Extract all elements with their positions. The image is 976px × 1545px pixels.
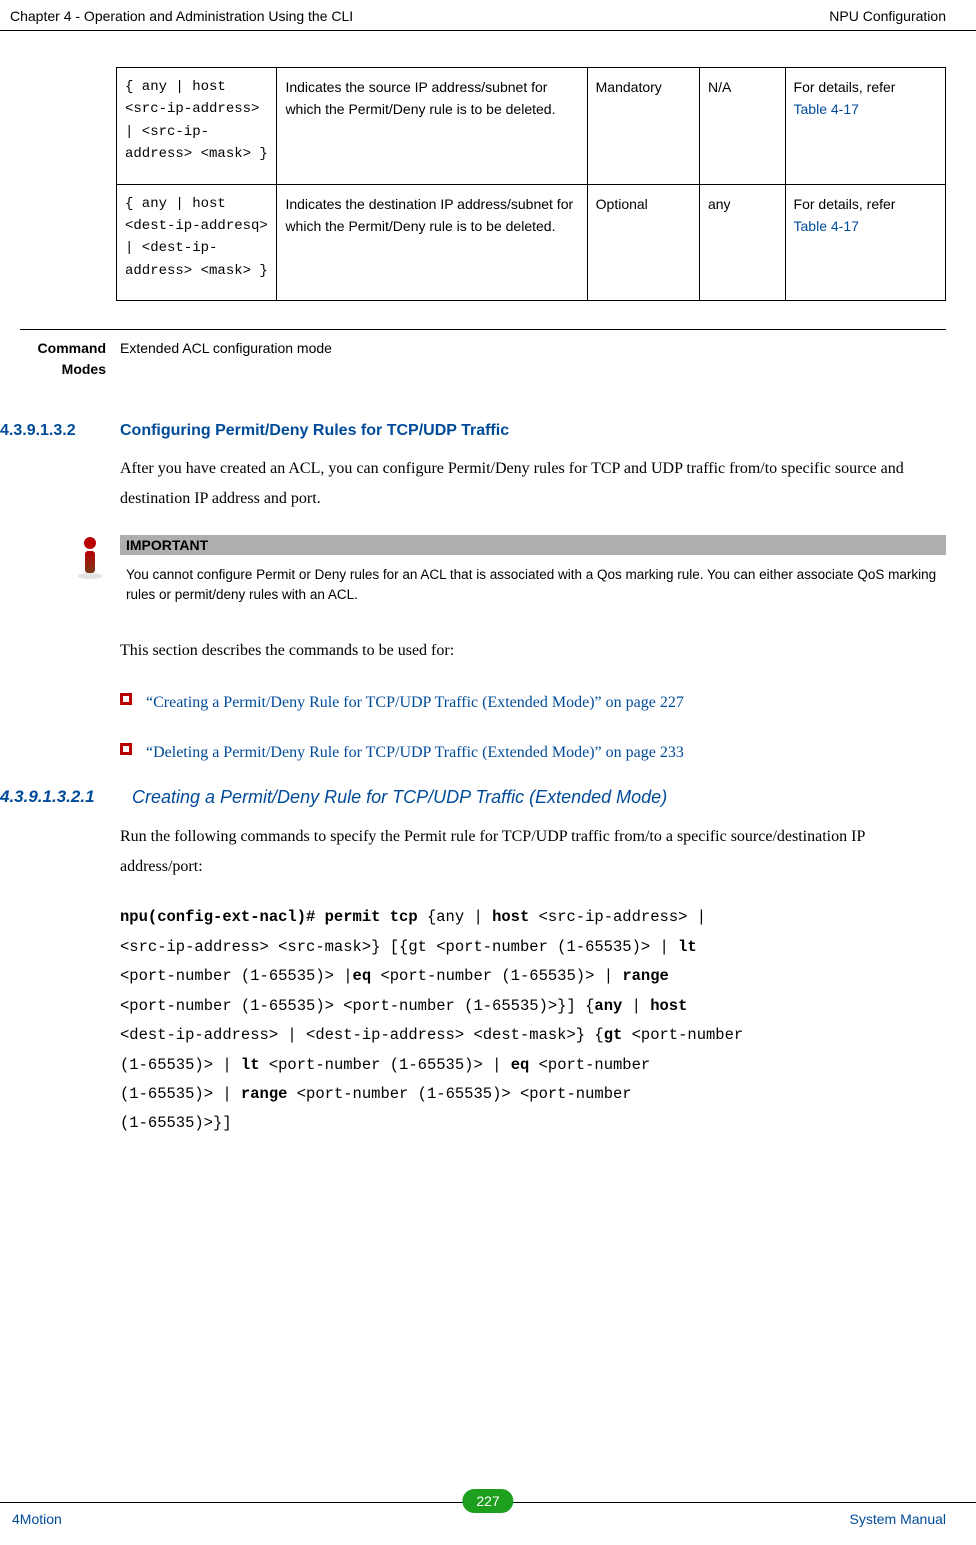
list-item: “Creating a Permit/Deny Rule for TCP/UDP…: [120, 688, 920, 718]
param-cell: { any | host <src-ip-address> | <src-ip-…: [117, 68, 277, 185]
cmd-text: lt: [241, 1056, 260, 1074]
bullet-icon: [120, 693, 132, 705]
presence-cell: Mandatory: [587, 68, 699, 185]
page-number-badge: 227: [462, 1489, 513, 1513]
table-link[interactable]: Table 4-17: [794, 218, 859, 234]
command-modes-value: Extended ACL configuration mode: [120, 338, 332, 356]
table-link[interactable]: Table 4-17: [794, 101, 859, 117]
body-paragraph: This section describes the commands to b…: [120, 636, 920, 666]
subsection-heading: 4.3.9.1.3.2.1 Creating a Permit/Deny Rul…: [0, 787, 946, 808]
cmd-text: <dest-ip-address> | <dest-ip-address> <d…: [120, 1026, 604, 1044]
default-cell: N/A: [699, 68, 785, 185]
subsection-number: 4.3.9.1.3.2.1: [0, 787, 132, 808]
cmd-text: host: [650, 997, 687, 1015]
body-paragraph: Run the following commands to specify th…: [120, 822, 920, 881]
info-icon: [83, 537, 97, 573]
page-header: Chapter 4 - Operation and Administration…: [0, 0, 976, 31]
details-cell: For details, refer Table 4-17: [785, 184, 945, 301]
desc-cell: Indicates the source IP address/subnet f…: [277, 68, 587, 185]
command-block: npu(config-ext-nacl)# permit tcp {any | …: [120, 903, 930, 1139]
cmd-text: eq: [511, 1056, 530, 1074]
subsection-title: Creating a Permit/Deny Rule for TCP/UDP …: [132, 787, 667, 808]
cmd-text: (1-65535)> |: [120, 1056, 241, 1074]
page-footer: 4Motion 227 System Manual: [0, 1502, 976, 1527]
cmd-text: <port-number (1-65535)> |: [371, 967, 622, 985]
cmd-text: range: [622, 967, 669, 985]
footer-left: 4Motion: [12, 1511, 62, 1527]
cmd-text: <port-number (1-65535)> <port-number: [287, 1085, 631, 1103]
bullet-list: “Creating a Permit/Deny Rule for TCP/UDP…: [120, 688, 920, 767]
table-row: { any | host <src-ip-address> | <src-ip-…: [117, 68, 946, 185]
param-cell: { any | host <dest-ip-addresq> | <dest-i…: [117, 184, 277, 301]
cmd-text: eq: [353, 967, 372, 985]
parameter-table: { any | host <src-ip-address> | <src-ip-…: [116, 67, 946, 301]
cmd-text: (1-65535)>}]: [120, 1114, 232, 1132]
page-content: { any | host <src-ip-address> | <src-ip-…: [0, 67, 976, 1139]
default-cell: any: [699, 184, 785, 301]
presence-cell: Optional: [587, 184, 699, 301]
section-number: 4.3.9.1.3.2: [0, 422, 120, 440]
cmd-text: any: [594, 997, 622, 1015]
important-text: You cannot configure Permit or Deny rule…: [120, 565, 946, 610]
cmd-text: lt: [678, 938, 697, 956]
table-row: { any | host <dest-ip-addresq> | <dest-i…: [117, 184, 946, 301]
cmd-text: <port-number (1-65535)> |: [120, 967, 353, 985]
details-cell: For details, refer Table 4-17: [785, 68, 945, 185]
section-heading: 4.3.9.1.3.2 Configuring Permit/Deny Rule…: [0, 422, 946, 440]
cmd-text: npu(config-ext-nacl)# permit tcp: [120, 908, 427, 926]
important-icon-col: [60, 535, 120, 610]
desc-cell: Indicates the destination IP address/sub…: [277, 184, 587, 301]
cmd-text: <port-number: [529, 1056, 650, 1074]
important-callout: IMPORTANT You cannot configure Permit or…: [60, 535, 946, 610]
cmd-text: <port-number (1-65535)> <port-number (1-…: [120, 997, 594, 1015]
xref-link[interactable]: “Creating a Permit/Deny Rule for TCP/UDP…: [146, 688, 684, 718]
cmd-text: range: [241, 1085, 288, 1103]
cmd-text: <src-ip-address> <src-mask>} [{gt <port-…: [120, 938, 678, 956]
section-title: Configuring Permit/Deny Rules for TCP/UD…: [120, 422, 509, 440]
cmd-text: <port-number (1-65535)> |: [260, 1056, 511, 1074]
cmd-text: {any |: [427, 908, 492, 926]
bullet-icon: [120, 743, 132, 755]
xref-link[interactable]: “Deleting a Permit/Deny Rule for TCP/UDP…: [146, 738, 684, 768]
body-paragraph: After you have created an ACL, you can c…: [120, 454, 920, 513]
cmd-text: <src-ip-address> |: [529, 908, 706, 926]
list-item: “Deleting a Permit/Deny Rule for TCP/UDP…: [120, 738, 920, 768]
cmd-text: <port-number: [622, 1026, 743, 1044]
header-right: NPU Configuration: [829, 8, 946, 24]
cmd-text: gt: [604, 1026, 623, 1044]
important-body: IMPORTANT You cannot configure Permit or…: [120, 535, 946, 610]
cmd-text: host: [492, 908, 529, 926]
details-pre: For details, refer: [794, 79, 896, 95]
important-heading: IMPORTANT: [120, 535, 946, 555]
command-modes-block: Command Modes Extended ACL configuration…: [20, 329, 946, 380]
command-modes-label: Command Modes: [20, 338, 120, 380]
header-left: Chapter 4 - Operation and Administration…: [10, 8, 353, 24]
details-pre: For details, refer: [794, 196, 896, 212]
footer-right: System Manual: [850, 1511, 946, 1527]
cmd-text: |: [622, 997, 650, 1015]
cmd-text: (1-65535)> |: [120, 1085, 241, 1103]
